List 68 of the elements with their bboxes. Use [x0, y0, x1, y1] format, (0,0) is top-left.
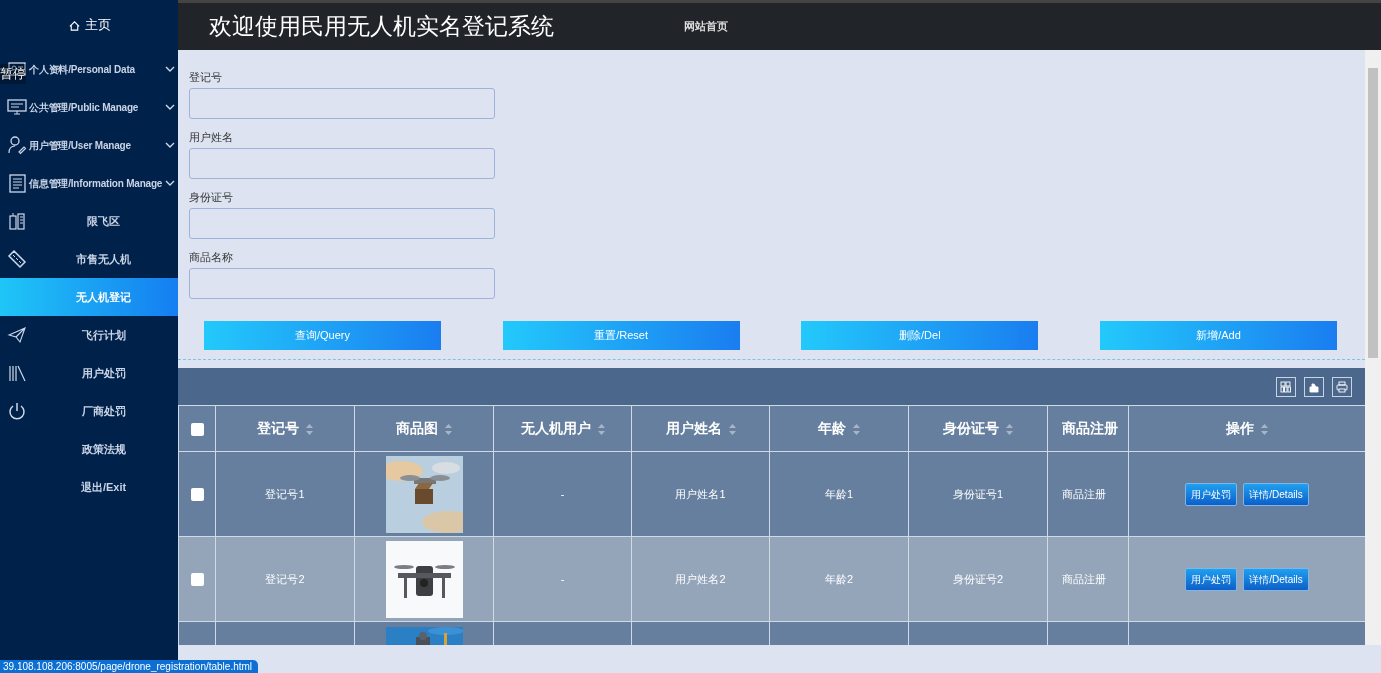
- field-label: 身份证号: [189, 190, 234, 205]
- input-field[interactable]: [189, 88, 495, 119]
- document-icon: [7, 173, 27, 193]
- checkbox[interactable]: [190, 573, 204, 587]
- table-cell: -: [560, 487, 565, 500]
- sidebar-item[interactable]: 政策法规: [0, 430, 178, 468]
- column-header[interactable]: 无人机用户: [520, 420, 591, 436]
- table-cell: -: [560, 572, 565, 585]
- action-button[interactable]: 删除/Del: [801, 321, 1039, 350]
- field-label: 登记号: [189, 70, 223, 85]
- action-button[interactable]: 新增/Add: [1099, 321, 1337, 350]
- table-cell: 商品注册: [1062, 572, 1106, 585]
- table-cell: 用户姓名2: [675, 572, 726, 585]
- row-action-button[interactable]: 用户处罚: [1185, 482, 1238, 506]
- action-button[interactable]: 重置/Reset: [502, 321, 740, 350]
- sidebar-item[interactable]: 限飞区: [29, 202, 178, 240]
- checkbox[interactable]: [190, 488, 204, 502]
- checkbox[interactable]: [190, 422, 204, 436]
- home-page-link[interactable]: 网站首页: [684, 18, 728, 35]
- table-cell: 身份证号1: [952, 487, 1004, 500]
- status-url: 39.108.108.206:8005/page/drone_registration/table.html: [0, 660, 259, 673]
- sidebar-item[interactable]: 退出/Exit: [0, 468, 178, 506]
- row-action-button[interactable]: 详情/Details: [1243, 482, 1309, 506]
- field-label: 商品名称: [189, 250, 234, 265]
- input-field[interactable]: [189, 268, 495, 299]
- books-icon: [7, 363, 27, 383]
- ruler-icon: [7, 211, 27, 231]
- column-header[interactable]: 操作: [1226, 420, 1254, 436]
- sidebar-item[interactable]: 用户管理/User Manage: [29, 126, 178, 164]
- row-action-button[interactable]: 详情/Details: [1243, 567, 1309, 591]
- input-field[interactable]: [189, 148, 495, 179]
- table-cell: 商品注册: [1062, 487, 1106, 500]
- paper-plane-icon: [7, 325, 27, 345]
- export-icon: [1308, 380, 1320, 393]
- table-cell: 登记号2: [265, 572, 305, 585]
- column-header[interactable]: 年龄: [818, 420, 846, 436]
- home-icon: [67, 18, 81, 32]
- column-header[interactable]: 商品图: [396, 420, 438, 436]
- scrollbar[interactable]: [1365, 50, 1381, 645]
- ruler-icon: [7, 249, 27, 269]
- column-header[interactable]: 登记号: [257, 420, 299, 436]
- columns-icon: [1280, 380, 1292, 393]
- user-edit-icon: [7, 135, 27, 155]
- action-button[interactable]: 查询/Query: [204, 321, 441, 350]
- input-field[interactable]: [189, 208, 495, 239]
- print-icon: [1336, 380, 1348, 393]
- table-cell: 用户姓名1: [675, 487, 726, 500]
- sidebar-item[interactable]: 个人资料/Personal Data: [29, 50, 178, 88]
- sidebar-item[interactable]: 用户处罚: [29, 354, 178, 392]
- table-cell: 身份证号2: [952, 572, 1004, 585]
- power-icon: [7, 401, 27, 421]
- pause-label: 暂停: [0, 64, 26, 84]
- monitor-icon: [7, 97, 27, 117]
- sidebar-item[interactable]: 飞行计划: [29, 316, 178, 354]
- sidebar-item[interactable]: 公共管理/Public Manage: [29, 88, 178, 126]
- page-title: 欢迎使用民用无人机实名登记系统: [209, 12, 554, 42]
- column-header[interactable]: 身份证号: [943, 420, 999, 436]
- table-cell: 年龄2: [824, 572, 854, 585]
- table-cell: 登记号1: [265, 487, 305, 500]
- table-cell: 年龄1: [824, 487, 854, 500]
- home-link[interactable]: 主页: [0, 0, 178, 50]
- sidebar-item[interactable]: 无人机登记: [0, 278, 178, 316]
- sidebar-item[interactable]: 市售无人机: [29, 240, 178, 278]
- field-label: 用户姓名: [189, 130, 234, 145]
- row-action-button[interactable]: 用户处罚: [1185, 567, 1238, 591]
- column-header[interactable]: 用户姓名: [665, 420, 722, 436]
- sidebar-item[interactable]: 厂商处罚: [29, 392, 178, 430]
- sidebar-item[interactable]: 信息管理/Information Manage: [29, 164, 178, 202]
